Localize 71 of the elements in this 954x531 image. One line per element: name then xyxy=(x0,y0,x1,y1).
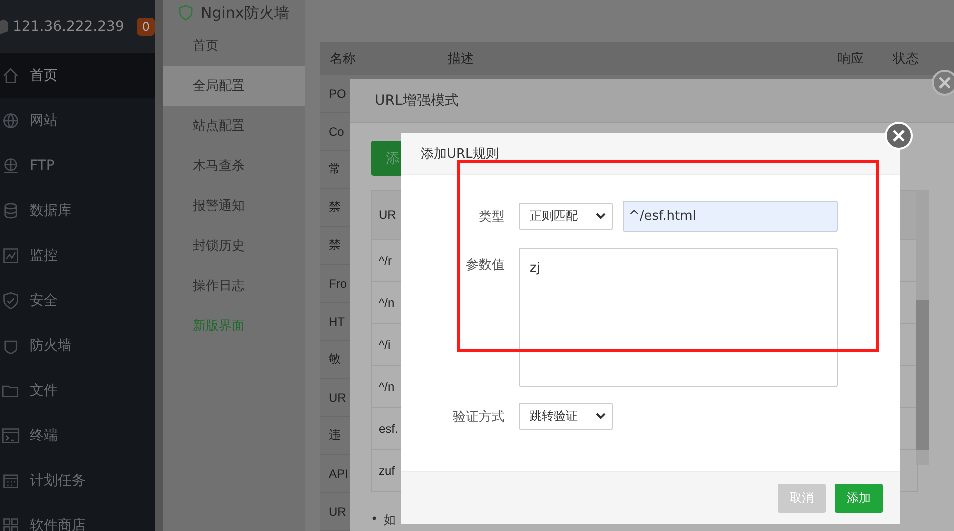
table-cell: 敏 xyxy=(329,351,341,368)
column-header: UR xyxy=(379,208,396,222)
globe-icon xyxy=(2,112,20,130)
database-icon xyxy=(2,202,20,220)
table-cell: API xyxy=(329,466,348,480)
table-cell: 禁 xyxy=(329,199,341,216)
column-header: 描述 xyxy=(448,50,474,68)
field-label: 参数值 xyxy=(465,257,505,274)
table-cell: Fro xyxy=(329,276,347,290)
table-cell: zuf xyxy=(379,464,396,478)
column-header: 响应 xyxy=(838,50,864,68)
plugin-menu-item[interactable]: 封锁历史 xyxy=(163,226,305,266)
chevron-down-icon xyxy=(596,213,606,220)
field-label: 验证方式 xyxy=(452,408,505,426)
server-address: 121.36.222.239 xyxy=(13,18,124,34)
add-button[interactable]: 添加 xyxy=(835,484,883,512)
terminal-icon xyxy=(2,426,20,444)
table-cell: Co xyxy=(329,124,344,138)
plugin-title: Nginx防火墙 xyxy=(201,4,290,22)
chevron-down-icon xyxy=(596,413,606,420)
table-cell: 常 xyxy=(329,161,341,178)
plugin-menu-item[interactable]: 站点配置 xyxy=(163,106,305,146)
type-select[interactable]: 正则匹配 xyxy=(519,203,613,230)
sidebar-item[interactable]: 安全 xyxy=(0,278,155,323)
chart-icon xyxy=(2,246,20,264)
sidebar-item[interactable]: 数据库 xyxy=(0,188,155,233)
sidebar-item[interactable]: 计划任务 xyxy=(0,458,155,503)
sidebar-item[interactable]: 首页 xyxy=(0,53,155,98)
calendar-icon xyxy=(2,472,20,490)
plugin-menu-item[interactable]: 全局配置 xyxy=(163,66,305,106)
table-cell: UR xyxy=(329,504,346,518)
sidebar-item[interactable]: 终端 xyxy=(0,413,155,458)
table-cell: ^/n xyxy=(379,380,395,394)
dialog-title: URL增强模式 xyxy=(375,92,459,110)
table-cell: HT xyxy=(329,314,345,328)
column-header: 状态 xyxy=(893,50,919,68)
dialog-title: 添加URL规则 xyxy=(421,146,499,162)
sidebar-item[interactable]: 文件 xyxy=(0,368,155,413)
plugin-menu-item[interactable]: 首页 xyxy=(163,26,305,66)
verify-select[interactable]: 跳转验证 xyxy=(519,403,613,430)
close-icon[interactable] xyxy=(931,69,954,97)
grid-icon xyxy=(2,516,20,531)
table-cell: 禁 xyxy=(329,237,341,254)
scrollbar[interactable] xyxy=(916,190,929,465)
globe-icon xyxy=(2,156,20,174)
home-icon xyxy=(2,66,20,84)
notification-badge[interactable]: 0 xyxy=(137,18,155,36)
table-cell: ^/n xyxy=(379,296,395,310)
column-header: 名称 xyxy=(330,50,356,68)
table-cell: PO xyxy=(329,86,346,100)
sidebar-item[interactable]: 监控 xyxy=(0,233,155,278)
plugin-menu-item[interactable]: 报警通知 xyxy=(163,186,305,226)
sidebar-item[interactable]: 防火墙 xyxy=(0,323,155,368)
table-cell: ^/i xyxy=(379,338,391,352)
plugin-menu-item[interactable]: 木马查杀 xyxy=(163,146,305,186)
table-cell: ^/r xyxy=(379,254,392,268)
sidebar-item[interactable]: 软件商店 xyxy=(0,503,155,531)
table-cell: 违 xyxy=(329,427,341,444)
table-cell: esf. xyxy=(379,422,398,436)
field-label: 类型 xyxy=(478,208,505,226)
shield-icon xyxy=(2,292,20,310)
server-icon xyxy=(0,18,8,34)
sidebar-item[interactable]: 网站 xyxy=(0,98,155,143)
shield-icon xyxy=(179,5,193,21)
table-cell: UR xyxy=(329,390,346,404)
plugin-menu-item[interactable]: 操作日志 xyxy=(163,266,305,306)
param-field[interactable]: zj xyxy=(519,248,838,387)
pattern-field[interactable]: ^/esf.html xyxy=(623,201,838,232)
note-text: 如 xyxy=(384,512,396,529)
sidebar-item[interactable]: FTP xyxy=(0,143,155,188)
list-bullet: • xyxy=(371,512,378,528)
